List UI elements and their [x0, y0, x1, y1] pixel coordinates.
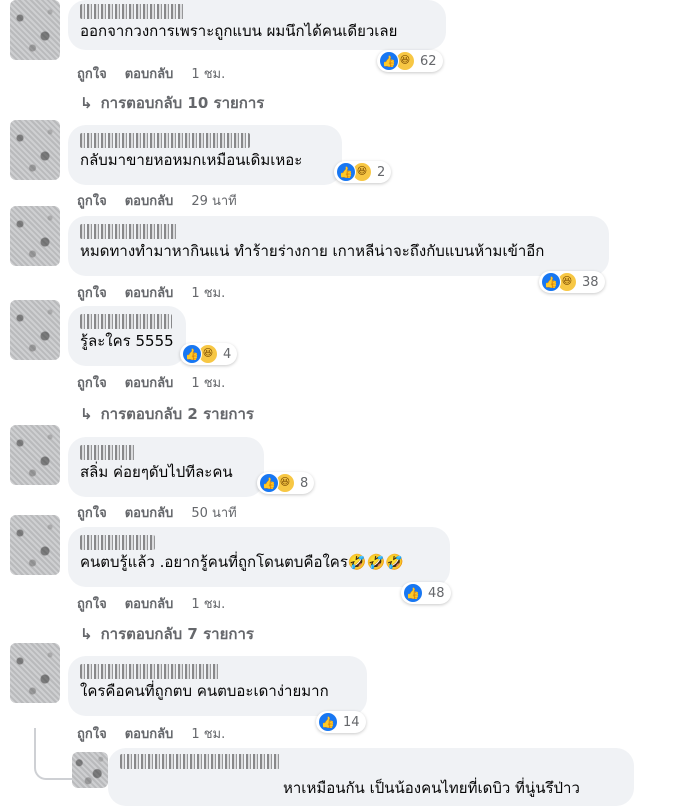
comment-text: ออกจากวงการเพราะถูกแบน ผมนึกได้คนเดียวเล…: [80, 22, 398, 40]
timestamp[interactable]: 50 นาที: [191, 502, 236, 523]
author-name[interactable]: [80, 4, 185, 19]
like-button[interactable]: ถูกใจ: [77, 190, 107, 211]
reply-arrow-icon: ↳: [80, 405, 93, 423]
like-button[interactable]: ถูกใจ: [77, 502, 107, 523]
author-name[interactable]: [80, 535, 155, 550]
reply-avatar[interactable]: [72, 752, 108, 788]
comment-bubble: ออกจากวงการเพราะถูกแบน ผมนึกได้คนเดียวเล…: [68, 0, 446, 50]
reactions-badge[interactable]: 👍 48: [401, 582, 451, 604]
like-icon: 👍: [182, 344, 202, 364]
like-icon: 👍: [379, 51, 399, 71]
reactions-badge[interactable]: 👍 😆 4: [180, 343, 238, 365]
comment-actions: ถูกใจ ตอบกลับ 1 ชม.: [77, 724, 225, 742]
reply-button[interactable]: ตอบกลับ: [125, 723, 174, 744]
avatar[interactable]: [10, 0, 60, 60]
reactions-badge[interactable]: 👍 😆 62: [377, 50, 443, 72]
reply-button[interactable]: ตอบกลับ: [125, 282, 174, 303]
view-replies-link[interactable]: ↳ การตอบกลับ 2 รายการ: [80, 402, 254, 426]
like-icon: 👍: [541, 272, 561, 292]
comment-actions: ถูกใจ ตอบกลับ 1 ชม.: [77, 594, 225, 612]
avatar[interactable]: [10, 300, 60, 360]
reply-button[interactable]: ตอบกลับ: [125, 63, 174, 84]
comment-bubble: คนตบรู้แล้ว .อยากรู้คนที่ถูกโดนตบคือใคร🤣…: [68, 527, 450, 587]
comment-text-body: คนตบรู้แล้ว .อยากรู้คนที่ถูกโดนตบคือใคร: [80, 553, 348, 571]
reaction-count: 38: [582, 274, 599, 290]
comment-bubble: สลิ่ม ค่อยๆดับไปทีละคน: [68, 437, 264, 497]
thread-connector: [34, 728, 76, 780]
reactions-badge[interactable]: 👍 😆 2: [334, 161, 392, 183]
author-name[interactable]: [80, 133, 250, 148]
comment-text: หมดทางทำมาหากินแน่ ทำร้ายร่างกาย เกาหลีน…: [80, 242, 545, 260]
avatar[interactable]: [10, 120, 60, 180]
replies-count-label: การตอบกลับ 10 รายการ: [100, 94, 265, 112]
comment-actions: ถูกใจ ตอบกลับ 1 ชม.: [77, 373, 225, 391]
author-name[interactable]: [80, 314, 172, 329]
like-button[interactable]: ถูกใจ: [77, 723, 107, 744]
reactions-badge[interactable]: 👍 14: [316, 711, 366, 733]
comment-actions: ถูกใจ ตอบกลับ 1 ชม.: [77, 64, 225, 82]
avatar[interactable]: [10, 515, 60, 575]
timestamp[interactable]: 1 ชม.: [191, 282, 225, 303]
reply-text: หาเหมือนกัน เป็นน้องคนไทยที่เดบิว ที่นู่…: [283, 779, 580, 797]
like-icon: 👍: [318, 712, 338, 732]
comment-text: คนตบรู้แล้ว .อยากรู้คนที่ถูกโดนตบคือใคร🤣…: [80, 552, 438, 572]
rofl-emoji: 🤣🤣🤣: [347, 553, 404, 571]
comment-bubble: กลับมาขายหอหมกเหมือนเดิมเหอะ: [68, 125, 342, 185]
comment-actions: ถูกใจ ตอบกลับ 1 ชม.: [77, 283, 225, 301]
like-button[interactable]: ถูกใจ: [77, 372, 107, 393]
comment-text: รู้ละใคร 5555: [80, 332, 174, 350]
timestamp[interactable]: 1 ชม.: [191, 63, 225, 84]
reaction-count: 2: [377, 164, 386, 180]
reply-bubble: หาเหมือนกัน เป็นน้องคนไทยที่เดบิว ที่นู่…: [108, 748, 634, 806]
author-name[interactable]: [80, 664, 220, 679]
replies-count-label: การตอบกลับ 7 รายการ: [100, 625, 254, 643]
comment-actions: ถูกใจ ตอบกลับ 29 นาที: [77, 191, 237, 209]
reply-arrow-icon: ↳: [80, 94, 93, 112]
view-replies-link[interactable]: ↳ การตอบกลับ 7 รายการ: [80, 622, 254, 646]
view-replies-link[interactable]: ↳ การตอบกลับ 10 รายการ: [80, 91, 264, 115]
reply-button[interactable]: ตอบกลับ: [125, 593, 174, 614]
like-icon: 👍: [336, 162, 356, 182]
comment-bubble: ใครคือคนที่ถูกตบ คนตบอะเดาง่ายมาก: [68, 656, 367, 716]
comment-actions: ถูกใจ ตอบกลับ 50 นาที: [77, 503, 237, 521]
timestamp[interactable]: 1 ชม.: [191, 593, 225, 614]
reaction-count: 62: [420, 53, 437, 69]
reaction-count: 48: [428, 585, 445, 601]
comment-bubble: รู้ละใคร 5555: [68, 306, 186, 366]
author-name[interactable]: [80, 224, 178, 239]
comment-text: กลับมาขายหอหมกเหมือนเดิมเหอะ: [80, 151, 303, 169]
reply-button[interactable]: ตอบกลับ: [125, 190, 174, 211]
avatar[interactable]: [10, 643, 60, 703]
reply-button[interactable]: ตอบกลับ: [125, 372, 174, 393]
like-button[interactable]: ถูกใจ: [77, 593, 107, 614]
avatar[interactable]: [10, 206, 60, 266]
reaction-count: 4: [223, 346, 232, 362]
like-icon: 👍: [259, 473, 279, 493]
reaction-count: 14: [343, 714, 360, 730]
like-icon: 👍: [403, 583, 423, 603]
reactions-badge[interactable]: 👍 😆 38: [539, 271, 605, 293]
like-button[interactable]: ถูกใจ: [77, 63, 107, 84]
avatar[interactable]: [10, 425, 60, 485]
author-name[interactable]: [80, 445, 136, 460]
reaction-count: 8: [300, 475, 309, 491]
timestamp[interactable]: 1 ชม.: [191, 723, 225, 744]
comment-bubble: หมดทางทำมาหากินแน่ ทำร้ายร่างกาย เกาหลีน…: [68, 216, 609, 276]
reply-arrow-icon: ↳: [80, 625, 93, 643]
author-name[interactable]: [120, 754, 280, 769]
reply-button[interactable]: ตอบกลับ: [125, 502, 174, 523]
comment-text: สลิ่ม ค่อยๆดับไปทีละคน: [80, 463, 233, 481]
timestamp[interactable]: 1 ชม.: [191, 372, 225, 393]
comment-text: ใครคือคนที่ถูกตบ คนตบอะเดาง่ายมาก: [80, 682, 329, 700]
like-button[interactable]: ถูกใจ: [77, 282, 107, 303]
replies-count-label: การตอบกลับ 2 รายการ: [100, 405, 254, 423]
timestamp[interactable]: 29 นาที: [191, 190, 236, 211]
reactions-badge[interactable]: 👍 😆 8: [257, 472, 315, 494]
